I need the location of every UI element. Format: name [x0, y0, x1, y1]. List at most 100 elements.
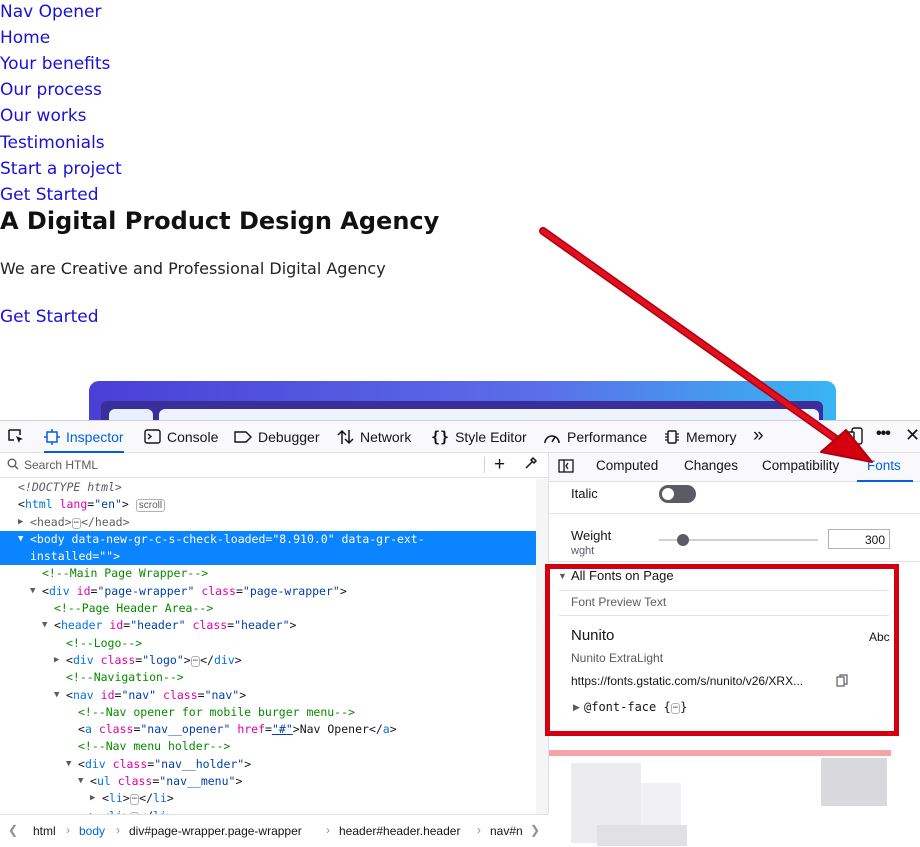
tree-node-body-selected[interactable]: ▼ <body data-new-gr-c-s-check-loaded="8.9…: [0, 530, 540, 566]
tree-node-comment[interactable]: <!--Nav menu holder-->: [0, 738, 540, 755]
breadcrumb-item[interactable]: html: [33, 824, 56, 838]
weight-input[interactable]: 300: [828, 529, 890, 549]
tree-node-div-wrapper[interactable]: ▼ <div id="page-wrapper" class="page-wrap…: [0, 583, 540, 600]
comment-text: <!--Nav menu holder-->: [78, 739, 231, 754]
tree-node-header[interactable]: ▼ <header id="header" class="header">: [0, 617, 540, 634]
tab-performance[interactable]: Performance: [543, 421, 647, 452]
responsive-design-icon[interactable]: [846, 427, 865, 450]
nav-link-get-started[interactable]: Get Started: [0, 185, 98, 205]
breadcrumb-item[interactable]: header#header.header: [339, 824, 460, 838]
element-picker-icon[interactable]: [7, 428, 25, 450]
font-face-text: @font-face {: [584, 700, 671, 714]
tab-memory[interactable]: Memory: [664, 421, 737, 452]
tree-node-html[interactable]: <html lang="en"> scroll: [0, 496, 540, 513]
breadcrumb-separator-icon: ›: [66, 823, 70, 837]
add-node-icon[interactable]: +: [494, 454, 505, 476]
font-face-rule[interactable]: @font-face {⋯}: [584, 700, 687, 714]
divider: [549, 561, 920, 562]
scroll-left-chevron-icon[interactable]: ❮: [8, 823, 18, 837]
collapsed-ellipsis[interactable]: ⋯: [71, 517, 81, 529]
tree-node-doctype[interactable]: <!DOCTYPE html>: [0, 479, 540, 496]
close-icon[interactable]: ✕: [905, 425, 920, 446]
nav-link-testimonials[interactable]: Testimonials: [0, 133, 105, 153]
search-input[interactable]: Search HTML: [24, 458, 98, 472]
collapsed-ellipsis[interactable]: ⋯: [129, 794, 140, 806]
collapse-triangle-icon[interactable]: ▼: [78, 773, 83, 790]
collapse-triangle-icon[interactable]: ▼: [54, 687, 59, 704]
nav-link-benefits[interactable]: Your benefits: [0, 54, 110, 74]
collapse-triangle-icon[interactable]: ▼: [42, 617, 47, 634]
expand-triangle-icon[interactable]: ▶: [18, 514, 23, 531]
text-node: Nav Opener: [299, 722, 369, 737]
divider: [549, 513, 920, 514]
scroll-badge[interactable]: scroll: [135, 499, 166, 513]
tree-node-head[interactable]: ▶ <head> ⋯ </head>: [0, 514, 540, 531]
weight-slider-thumb[interactable]: [676, 534, 689, 546]
nav-link-start-project[interactable]: Start a project: [0, 159, 122, 179]
tab-inspector[interactable]: Inspector: [44, 421, 124, 453]
devtools-panel: Inspector Console Debugger Network {} St…: [0, 420, 920, 847]
italic-toggle[interactable]: [659, 485, 696, 503]
collapsed-ellipsis[interactable]: ⋯: [670, 703, 681, 714]
comment-text: <!--Navigation-->: [66, 670, 184, 685]
tab-compatibility[interactable]: Compatibility: [762, 458, 839, 473]
tab-console[interactable]: Console: [144, 421, 218, 452]
attr-value-link[interactable]: "#": [272, 722, 293, 736]
tab-label: Performance: [567, 428, 648, 445]
expand-triangle-icon[interactable]: ▶: [573, 702, 580, 713]
font-url: https://fonts.gstatic.com/s/nunito/v26/X…: [571, 674, 804, 688]
tree-node-div-logo[interactable]: ▶ <div class="logo"> ⋯ </div>: [0, 652, 540, 669]
breadcrumb: ❮ html › body › div#page-wrapper.page-wr…: [0, 814, 548, 847]
tree-node-ul-menu[interactable]: ▼ <ul class="nav__menu">: [0, 773, 540, 790]
tab-debugger[interactable]: Debugger: [234, 421, 320, 452]
collapse-triangle-icon[interactable]: ▼: [558, 571, 567, 581]
tree-node-comment[interactable]: <!--Main Page Wrapper-->: [0, 565, 540, 582]
scroll-right-chevron-icon[interactable]: ❯: [530, 823, 540, 837]
tab-changes[interactable]: Changes: [684, 458, 738, 473]
more-tabs-chevron-icon[interactable]: »: [753, 425, 764, 447]
nav-link-opener[interactable]: Nav Opener: [0, 2, 101, 22]
markup-pane: Search HTML + <!DOCTYPE html> <html lang…: [0, 453, 549, 814]
nav-link-home[interactable]: Home: [0, 28, 50, 48]
collapse-triangle-icon[interactable]: ▼: [30, 583, 35, 600]
tree-node-li[interactable]: ▶<li>⋯</li>: [0, 790, 540, 807]
tab-network[interactable]: Network: [337, 421, 411, 452]
comment-text: <!--Page Header Area-->: [54, 601, 214, 616]
attr-value: "page-wrapper": [97, 583, 195, 598]
gauge-icon: [543, 429, 561, 445]
tree-node-comment[interactable]: <!--Logo-->: [0, 635, 540, 652]
eyedropper-icon[interactable]: [524, 456, 538, 473]
copy-icon[interactable]: [836, 674, 848, 692]
toggle-sidebar-icon[interactable]: [558, 459, 574, 476]
nav-link-process[interactable]: Our process: [0, 80, 102, 100]
breadcrumb-item-active[interactable]: body: [79, 824, 105, 838]
expand-triangle-icon[interactable]: ▶: [54, 652, 59, 669]
sidebar-pane: Computed Changes Compatibility Fonts Ita…: [545, 453, 920, 846]
divider: [559, 590, 889, 591]
tree-node-nav[interactable]: ▼ <nav id="nav" class="nav">: [0, 687, 540, 704]
tab-style-editor[interactable]: {} Style Editor: [431, 421, 527, 452]
tab-computed[interactable]: Computed: [596, 458, 658, 473]
tree-node-comment[interactable]: <!--Navigation-->: [0, 669, 540, 686]
page-content: Nav Opener Home Your benefits Our proces…: [0, 0, 920, 449]
tree-node-a-opener[interactable]: <a class="nav__opener" href="#">Nav Open…: [0, 721, 540, 738]
breadcrumb-item[interactable]: div#page-wrapper.page-wrapper: [129, 824, 302, 838]
collapse-triangle-icon[interactable]: ▼: [18, 531, 23, 548]
collapsed-ellipsis[interactable]: ⋯: [190, 655, 201, 667]
attr-value: "logo": [142, 652, 184, 667]
tag-name: head: [36, 514, 65, 529]
breadcrumb-separator-icon: ›: [116, 823, 120, 837]
tab-fonts[interactable]: Fonts: [857, 458, 913, 482]
collapse-triangle-icon[interactable]: ▼: [66, 756, 71, 773]
nav-link-works[interactable]: Our works: [0, 106, 87, 126]
font-preview-input[interactable]: Font Preview Text: [571, 595, 666, 609]
attr-name: lang: [59, 497, 88, 512]
tree-node-div-holder[interactable]: ▼ <div class="nav__holder">: [0, 756, 540, 773]
all-fonts-header[interactable]: All Fonts on Page: [571, 568, 674, 583]
tree-node-comment[interactable]: <!--Nav opener for mobile burger menu-->: [0, 704, 540, 721]
expand-triangle-icon[interactable]: ▶: [90, 790, 95, 807]
breadcrumb-item[interactable]: nav#n: [490, 824, 523, 838]
tree-node-comment[interactable]: <!--Page Header Area-->: [0, 600, 540, 617]
hero-cta-link[interactable]: Get Started: [0, 307, 98, 327]
meatball-menu-icon[interactable]: •••: [876, 425, 891, 443]
